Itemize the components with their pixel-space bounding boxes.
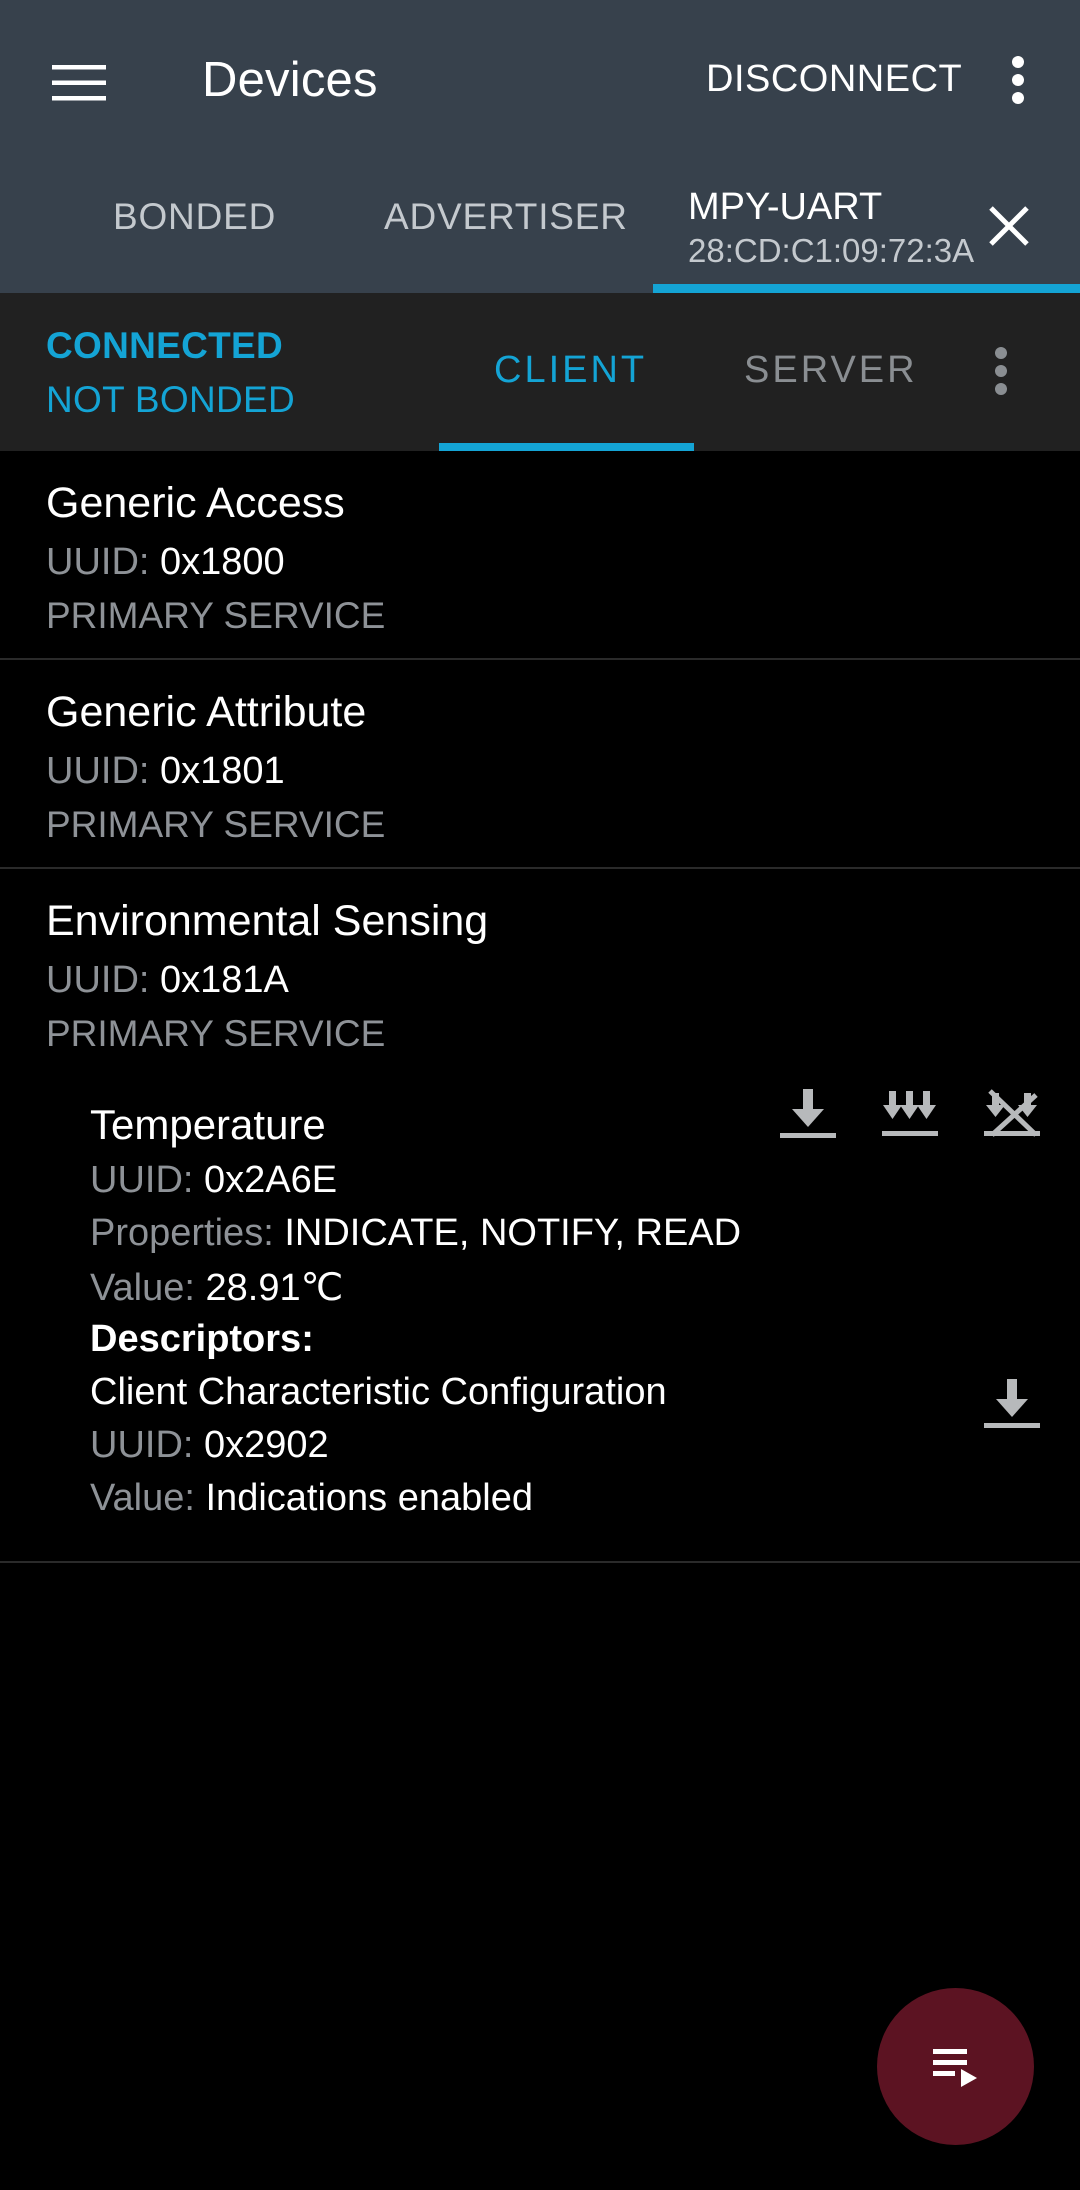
notify-glyph	[882, 1091, 938, 1136]
connection-status: CONNECTED	[46, 325, 284, 366]
characteristic-properties-row: Properties: INDICATE, NOTIFY, READ	[90, 1212, 741, 1255]
uuid-label: UUID:	[46, 750, 150, 792]
tab-advertiser[interactable]: ADVERTISER	[384, 196, 628, 238]
tab-bonded[interactable]: BONDED	[113, 196, 276, 238]
descriptors-heading: Descriptors:	[90, 1318, 314, 1360]
value-label: Value:	[90, 1477, 195, 1519]
more-vert-icon[interactable]	[992, 50, 1044, 110]
read-icon[interactable]	[778, 1085, 838, 1145]
log-fab-button[interactable]	[877, 1988, 1034, 2145]
hamburger-menu-glyph	[52, 65, 106, 101]
service-uuid-row: UUID: 0x1800	[46, 541, 285, 584]
device-address: 28:CD:C1:09:72:3A	[688, 232, 975, 269]
service-item[interactable]: Generic Access UUID: 0x1800 PRIMARY SERV…	[0, 451, 1080, 660]
more-vert-glyph	[995, 347, 1007, 395]
characteristic-name: Temperature	[90, 1101, 326, 1148]
hamburger-menu-icon[interactable]	[40, 44, 118, 122]
uuid-label: UUID:	[46, 541, 150, 583]
connection-bar: CONNECTED NOT BONDED CLIENT SERVER	[0, 293, 1080, 451]
characteristic-uuid: 0x2A6E	[204, 1159, 338, 1201]
app-bar: Devices DISCONNECT BONDED ADVERTISER MPY…	[0, 0, 1080, 293]
client-tab-indicator	[439, 443, 694, 451]
service-type: PRIMARY SERVICE	[46, 1013, 386, 1054]
service-type: PRIMARY SERVICE	[46, 804, 386, 845]
service-uuid: 0x1801	[160, 750, 285, 792]
service-name: Environmental Sensing	[46, 897, 489, 945]
read-icon[interactable]	[982, 1375, 1042, 1435]
page-title: Devices	[202, 53, 378, 107]
indications-disabled-glyph	[984, 1089, 1040, 1137]
descriptor-value-row: Value: Indications enabled	[90, 1477, 533, 1520]
service-item[interactable]: Generic Attribute UUID: 0x1801 PRIMARY S…	[0, 660, 1080, 869]
service-uuid: 0x181A	[160, 959, 289, 1001]
characteristic-value-row: Value: 28.91℃	[90, 1265, 343, 1310]
service-item[interactable]: Environmental Sensing UUID: 0x181A PRIMA…	[0, 869, 1080, 1563]
service-name: Generic Access	[46, 479, 345, 527]
more-vert-glyph	[1012, 56, 1024, 104]
log-playlist-icon	[932, 2048, 977, 2087]
disconnect-button[interactable]: DISCONNECT	[706, 58, 962, 101]
descriptor-value: Indications enabled	[205, 1477, 533, 1519]
service-name: Generic Attribute	[46, 688, 367, 736]
characteristic-properties: INDICATE, NOTIFY, READ	[284, 1212, 742, 1254]
uuid-label: UUID:	[90, 1424, 194, 1466]
properties-label: Properties:	[90, 1212, 274, 1254]
uuid-label: UUID:	[90, 1159, 194, 1201]
characteristic-uuid-row: UUID: 0x2A6E	[90, 1159, 337, 1202]
tab-client[interactable]: CLIENT	[494, 349, 647, 392]
service-type: PRIMARY SERVICE	[46, 595, 386, 636]
indications-disabled-icon[interactable]	[982, 1085, 1042, 1145]
service-uuid: 0x1800	[160, 541, 285, 583]
tab-device-mpy-uart[interactable]: MPY-UART 28:CD:C1:09:72:3A	[653, 176, 1080, 293]
read-glyph	[984, 1379, 1040, 1428]
characteristic-value: 28.91℃	[205, 1267, 344, 1309]
bond-status: NOT BONDED	[46, 379, 296, 420]
service-uuid-row: UUID: 0x181A	[46, 959, 289, 1002]
more-vert-icon[interactable]	[976, 341, 1026, 401]
value-label: Value:	[90, 1267, 195, 1309]
tab-server[interactable]: SERVER	[744, 349, 918, 392]
read-glyph	[780, 1089, 836, 1138]
descriptor-name: Client Characteristic Configuration	[90, 1371, 667, 1413]
device-name: MPY-UART	[688, 186, 883, 228]
notify-icon[interactable]	[880, 1085, 940, 1145]
descriptor-uuid: 0x2902	[204, 1424, 329, 1466]
uuid-label: UUID:	[46, 959, 150, 1001]
descriptor-uuid-row: UUID: 0x2902	[90, 1424, 329, 1467]
close-glyph	[989, 206, 1029, 246]
close-icon[interactable]	[983, 200, 1035, 252]
service-uuid-row: UUID: 0x1801	[46, 750, 285, 793]
tab-indicator	[653, 284, 1080, 293]
